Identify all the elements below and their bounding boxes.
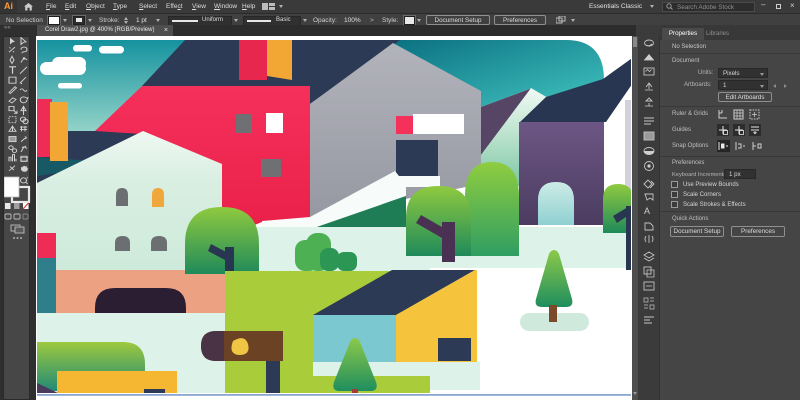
svg-text:A: A xyxy=(644,206,650,216)
